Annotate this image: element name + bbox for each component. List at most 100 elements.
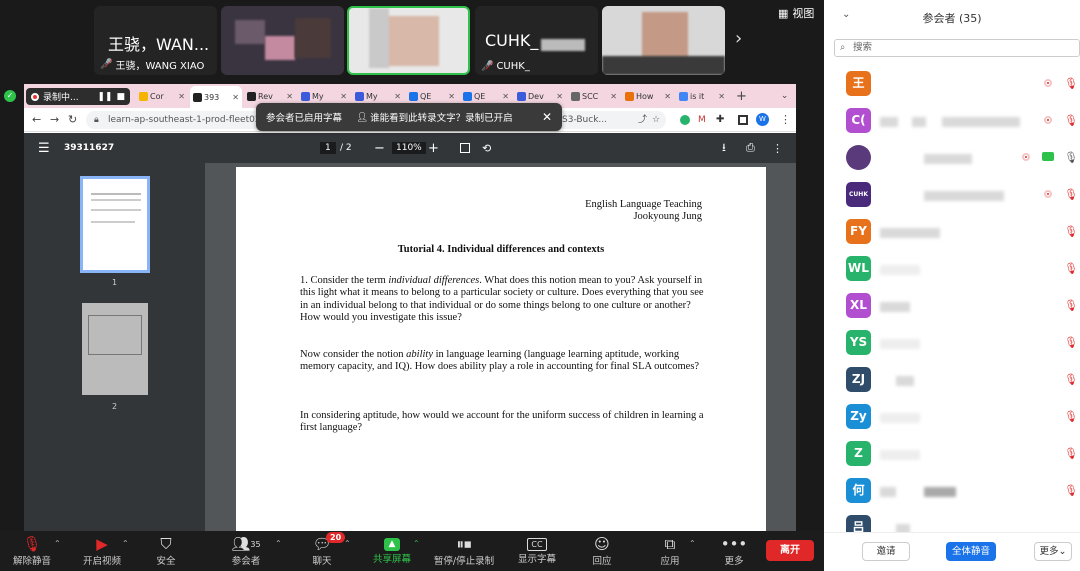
participant-row[interactable]: XL 🎙︎ xyxy=(824,288,1080,325)
close-icon[interactable]: ✕ xyxy=(178,92,185,101)
close-icon[interactable]: ✕ xyxy=(610,92,617,101)
more-options-button[interactable]: 更多⌄ xyxy=(1034,542,1072,561)
menu-icon[interactable]: ☰ xyxy=(38,141,50,156)
share-screen-button[interactable]: ▲ 共享屏幕 xyxy=(366,531,418,571)
participant-row[interactable]: YS 🎙︎ xyxy=(824,325,1080,362)
video-tile[interactable] xyxy=(221,6,344,75)
mic-muted-icon[interactable]: 🎙︎ xyxy=(1064,262,1078,275)
extension-icon[interactable] xyxy=(680,114,690,125)
forward-icon[interactable]: → xyxy=(50,113,59,126)
mic-muted-icon[interactable]: 🎙︎ xyxy=(1064,447,1078,460)
star-icon[interactable]: ☆ xyxy=(652,111,660,129)
caption-question-link[interactable]: 谁能看到此转录文字？录制已开启 xyxy=(370,110,513,124)
print-icon[interactable]: ⎙ xyxy=(746,141,755,155)
chevron-up-icon[interactable]: ⌃ xyxy=(689,539,696,548)
zoom-out-button[interactable]: − xyxy=(374,141,385,156)
chevron-up-icon[interactable]: ⌃ xyxy=(413,539,420,548)
share-icon[interactable]: ⤴ xyxy=(638,111,647,129)
participant-row[interactable]: CUHK 🎙︎ xyxy=(824,177,1080,214)
browser-tab[interactable]: is it ✕ xyxy=(676,87,728,105)
mic-muted-icon[interactable]: 🎙︎ xyxy=(1064,410,1078,423)
zoom-input[interactable]: 110% xyxy=(392,142,426,154)
chevron-right-icon[interactable]: › xyxy=(735,28,742,49)
chevron-up-icon[interactable]: ⌃ xyxy=(54,539,61,548)
participant-row[interactable]: FY 🎙︎ xyxy=(824,214,1080,251)
mic-muted-icon[interactable]: 🎙︎ xyxy=(1064,336,1078,349)
video-tile[interactable] xyxy=(602,6,725,75)
rotate-icon[interactable]: ⟲ xyxy=(482,142,491,155)
view-button[interactable]: ▦ 视图 xyxy=(778,5,814,21)
mute-all-button[interactable]: 全体静音 xyxy=(946,542,996,561)
mic-icon[interactable]: 🎙︎ xyxy=(1064,151,1078,164)
captions-button[interactable]: CC 显示字幕 xyxy=(514,531,560,571)
security-button[interactable]: ⛉ 安全 xyxy=(146,531,186,571)
extension-icon[interactable]: ✚ xyxy=(716,114,724,125)
browser-tab[interactable]: How ✕ xyxy=(622,87,674,105)
leave-button[interactable]: 离开 xyxy=(766,540,814,561)
fit-page-icon[interactable] xyxy=(460,143,470,153)
profile-avatar[interactable]: W xyxy=(756,113,769,126)
apps-button[interactable]: ⧉ 应用 xyxy=(652,531,688,571)
download-icon[interactable]: ⭳ xyxy=(722,139,726,158)
invite-button[interactable]: 邀请 xyxy=(862,542,910,561)
recording-indicator[interactable]: 录制中... ❚❚ ■ xyxy=(26,88,130,105)
video-tile[interactable]: CUHK_ 🎤̸ CUHK_ xyxy=(475,6,598,75)
participant-row[interactable]: Zy 🎙︎ xyxy=(824,399,1080,436)
participant-row[interactable]: WL 🎙︎ xyxy=(824,251,1080,288)
close-icon[interactable]: ✕ xyxy=(394,92,401,101)
mic-muted-icon[interactable]: 🎙︎ xyxy=(1064,114,1078,127)
participant-row[interactable]: Z 🎙︎ xyxy=(824,436,1080,473)
extension-icon[interactable]: M xyxy=(698,115,706,125)
close-icon[interactable]: ✕ xyxy=(340,92,347,101)
chevron-up-icon[interactable]: ⌃ xyxy=(122,539,129,548)
back-icon[interactable]: ← xyxy=(32,113,41,126)
reload-icon[interactable]: ↻ xyxy=(68,113,77,126)
video-tile[interactable]: 王骁，WAN... 🎤̸ 王骁，WANG XIAO xyxy=(94,6,217,75)
page-thumbnail-2[interactable] xyxy=(82,303,148,395)
close-icon[interactable]: ✕ xyxy=(664,92,671,101)
browser-tab[interactable]: SCC ✕ xyxy=(568,87,620,105)
mic-muted-icon[interactable]: 🎙︎ xyxy=(1064,484,1078,497)
close-icon[interactable]: ✕ xyxy=(448,92,455,101)
sidebar-toggle-icon[interactable] xyxy=(738,114,748,125)
mic-muted-icon[interactable]: 🎙︎ xyxy=(1064,77,1078,90)
participant-row[interactable]: 何 🎙︎ xyxy=(824,473,1080,510)
pdf-viewport[interactable]: 1 2 English Language Teaching Jookyoung … xyxy=(24,163,796,531)
browser-tab[interactable]: Cor ✕ xyxy=(136,87,188,105)
video-tile-active[interactable] xyxy=(347,6,470,75)
participant-row[interactable]: ZJ 🎙︎ xyxy=(824,362,1080,399)
close-icon[interactable]: ✕ xyxy=(286,92,293,101)
menu-kebab-icon[interactable]: ⋮ xyxy=(780,113,791,126)
new-tab-button[interactable]: + xyxy=(736,89,747,104)
close-icon[interactable]: ✕ xyxy=(542,110,552,124)
chevron-up-icon[interactable]: ⌃ xyxy=(344,539,351,548)
pause-icon[interactable]: ❚❚ xyxy=(97,92,112,102)
chevron-up-icon[interactable]: ⌃ xyxy=(275,539,282,548)
mic-muted-icon[interactable]: 🎙︎ xyxy=(1064,373,1078,386)
participant-row[interactable]: 王 🎙︎ xyxy=(824,66,1080,103)
tab-list-chevron-icon[interactable]: ⌄ xyxy=(781,91,789,101)
participant-row[interactable]: C(🎙︎ xyxy=(824,103,1080,140)
more-vert-icon[interactable]: ⋮ xyxy=(772,142,783,155)
mic-muted-icon[interactable]: 🎙︎ xyxy=(1064,188,1078,201)
more-button[interactable]: ••• 更多 xyxy=(716,531,752,571)
participant-row[interactable]: 吕 xyxy=(824,510,1080,532)
stop-icon[interactable]: ■ xyxy=(116,92,125,102)
participants-button[interactable]: 👥︎35 参会者 xyxy=(222,531,270,571)
close-icon[interactable]: ✕ xyxy=(556,92,563,101)
reactions-button[interactable]: ☺ 回应 xyxy=(584,531,620,571)
unmute-button[interactable]: 🎙︎ 解除静音 xyxy=(8,531,56,571)
close-icon[interactable]: ✕ xyxy=(502,92,509,101)
close-icon[interactable]: ✕ xyxy=(718,92,725,101)
browser-tab-active[interactable]: 393 ✕ xyxy=(190,86,242,108)
page-thumbnail-1[interactable] xyxy=(80,176,150,273)
mic-muted-icon[interactable]: 🎙︎ xyxy=(1064,299,1078,312)
participant-search[interactable]: ⌕ 搜索 xyxy=(834,39,1080,57)
participant-row[interactable]: 🎙︎ xyxy=(824,140,1080,177)
zoom-in-button[interactable]: + xyxy=(428,141,439,156)
mic-muted-icon[interactable]: 🎙︎ xyxy=(1064,225,1078,238)
close-icon[interactable]: ✕ xyxy=(232,93,239,102)
page-number-input[interactable]: 1 xyxy=(320,142,336,154)
pause-stop-recording-button[interactable]: ⏸︎⏹︎ 暂停/停止录制 xyxy=(426,531,502,571)
start-video-button[interactable]: ▶︎ 开启视频 xyxy=(78,531,126,571)
